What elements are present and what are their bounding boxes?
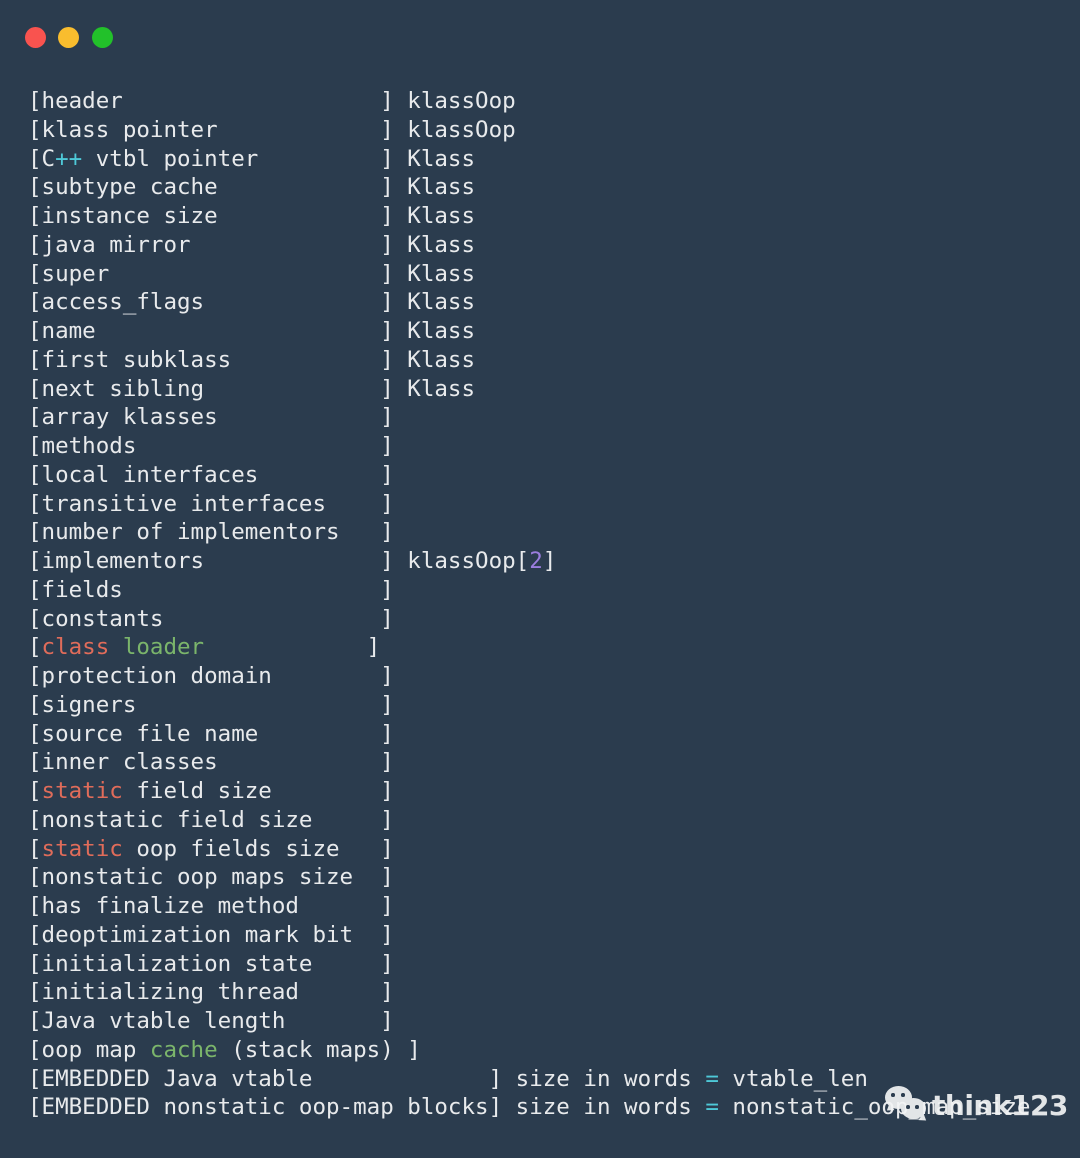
terminal-line: [deoptimization mark bit ]: [28, 921, 1068, 950]
terminal-output[interactable]: [header ] klassOop [klass pointer ] klass…: [28, 87, 1068, 1122]
code-keyword: class: [41, 634, 110, 661]
code-text: [methods ]: [28, 433, 394, 459]
code-text: ]: [542, 548, 557, 574]
code-text: [java mirror ] Klass: [28, 231, 476, 258]
code-text: vtbl pointer ] Klass: [82, 145, 476, 172]
terminal-line: [static oop fields size ]: [28, 835, 1068, 864]
terminal-line: [access_flags ] Klass: [28, 288, 1068, 317]
terminal-line: [array klasses ]: [28, 403, 1068, 432]
code-text: [: [28, 634, 42, 661]
window-titlebar: [0, 0, 1080, 74]
terminal-line: [transitive interfaces ]: [28, 490, 1068, 519]
code-text: [fields ]: [28, 576, 394, 603]
terminal-line: [klass pointer ] klassOop: [28, 116, 1068, 145]
code-text: ]: [204, 634, 381, 661]
code-text: [inner classes ]: [28, 749, 394, 776]
terminal-line: [super ] Klass: [28, 260, 1068, 289]
code-text: [name ] Klass: [28, 318, 476, 344]
terminal-line: [class loader ]: [28, 633, 1068, 662]
code-text: [first subklass ] Klass: [28, 346, 476, 373]
code-text: [deoptimization mark bit ]: [28, 921, 394, 948]
terminal-line: [name ] Klass: [28, 317, 1068, 346]
terminal-line: [protection domain ]: [28, 662, 1068, 691]
code-keyword: static: [41, 835, 123, 862]
code-text: [C: [28, 145, 56, 172]
code-keyword: =: [705, 1094, 719, 1121]
code-text: [: [28, 835, 42, 862]
code-text: [array klasses ]: [28, 404, 394, 431]
code-text: [transitive interfaces ]: [28, 490, 394, 517]
code-text: [initialization state ]: [28, 950, 394, 977]
terminal-line: [Java vtable length ]: [28, 1007, 1068, 1036]
code-text: (stack maps) ]: [217, 1036, 421, 1063]
code-text: [signers ]: [28, 691, 394, 718]
code-text: [header ] klassOop: [28, 88, 516, 114]
code-keyword: ++: [55, 145, 83, 172]
code-text: [: [28, 778, 42, 804]
terminal-line: [implementors ] klassOop[2]: [28, 547, 1068, 576]
code-keyword: cache: [149, 1036, 218, 1063]
code-text: oop fields size ]: [122, 835, 394, 862]
terminal-line: [first subklass ] Klass: [28, 346, 1068, 375]
code-text: field size ]: [122, 778, 394, 804]
terminal-line: [header ] klassOop: [28, 87, 1068, 116]
terminal-line: [initialization state ]: [28, 950, 1068, 979]
code-text: [instance size ] Klass: [28, 203, 476, 229]
terminal-line: [nonstatic oop maps size ]: [28, 863, 1068, 892]
code-text: [number of implementors ]: [28, 519, 394, 546]
code-keyword: loader: [122, 634, 205, 661]
terminal-line: [java mirror ] Klass: [28, 231, 1068, 260]
code-text: [Java vtable length ]: [28, 1008, 394, 1034]
terminal-line: [methods ]: [28, 432, 1068, 461]
code-text: [implementors ] klassOop[: [28, 548, 530, 574]
terminal-line: [initializing thread ]: [28, 978, 1068, 1007]
close-button[interactable]: [25, 27, 46, 48]
terminal-line: [EMBEDDED nonstatic oop-map blocks] size…: [28, 1093, 1068, 1122]
code-text: [super ] Klass: [28, 260, 476, 287]
terminal-line: [number of implementors ]: [28, 518, 1068, 547]
terminal-line: [subtype cache ] Klass: [28, 173, 1068, 202]
code-text: [nonstatic oop maps size ]: [28, 864, 394, 891]
code-text: [EMBEDDED Java vtable ] size in words: [28, 1065, 706, 1092]
terminal-line: [C++ vtbl pointer ] Klass: [28, 145, 1068, 174]
code-text: [subtype cache ] Klass: [28, 174, 476, 201]
terminal-line: [has finalize method ]: [28, 892, 1068, 921]
terminal-line: [oop map cache (stack maps) ]: [28, 1036, 1068, 1065]
terminal-line: [EMBEDDED Java vtable ] size in words = …: [28, 1065, 1068, 1094]
terminal-line: [instance size ] Klass: [28, 202, 1068, 231]
code-text: [local interfaces ]: [28, 461, 394, 488]
code-keyword: 2: [529, 548, 543, 574]
terminal-line: [local interfaces ]: [28, 461, 1068, 490]
minimize-button[interactable]: [58, 27, 79, 48]
code-text: [EMBEDDED nonstatic oop-map blocks] size…: [28, 1094, 706, 1121]
code-text: [next sibling ] Klass: [28, 375, 476, 402]
terminal-window: [header ] klassOop [klass pointer ] klass…: [0, 0, 1080, 1158]
code-text: [has finalize method ]: [28, 893, 394, 919]
terminal-line: [signers ]: [28, 691, 1068, 720]
code-text: [initializing thread ]: [28, 979, 394, 1006]
code-text: [oop map: [28, 1036, 150, 1063]
code-text: vtable_len: [718, 1065, 868, 1092]
code-text: [nonstatic field size ]: [28, 806, 394, 833]
terminal-line: [nonstatic field size ]: [28, 806, 1068, 835]
code-keyword: =: [705, 1065, 719, 1092]
terminal-line: [inner classes ]: [28, 748, 1068, 777]
code-text: [access_flags ] Klass: [28, 289, 476, 316]
code-text: [constants ]: [28, 605, 394, 632]
terminal-line: [next sibling ] Klass: [28, 375, 1068, 404]
maximize-button[interactable]: [92, 27, 113, 48]
terminal-line: [constants ]: [28, 605, 1068, 634]
terminal-line: [fields ]: [28, 576, 1068, 605]
code-text: [klass pointer ] klassOop: [28, 116, 516, 143]
code-text: nonstatic_oop_map_size: [718, 1094, 1031, 1121]
code-text: [protection domain ]: [28, 663, 394, 689]
terminal-line: [static field size ]: [28, 777, 1068, 806]
code-text: [source file name ]: [28, 720, 394, 747]
terminal-line: [source file name ]: [28, 720, 1068, 749]
code-keyword: static: [41, 778, 123, 804]
